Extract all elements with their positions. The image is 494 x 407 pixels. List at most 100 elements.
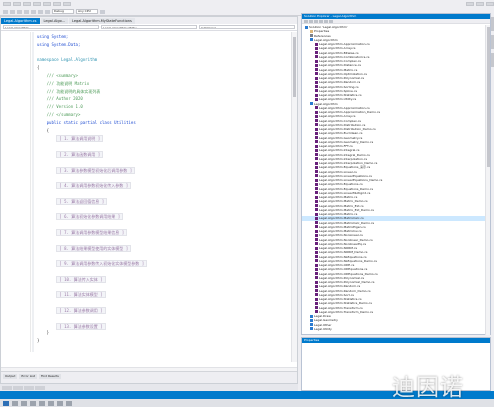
redo-icon[interactable] (45, 9, 50, 14)
csharp-file-icon (315, 127, 318, 131)
tool-window-tab[interactable]: Error List (19, 374, 37, 379)
taskbar-app-icon[interactable] (48, 400, 54, 406)
code-line[interactable]: using System.Data; (37, 42, 80, 47)
csharp-file-icon (315, 80, 318, 84)
collapsed-region[interactable]: [ 1. 算法调用说明 ] (56, 135, 104, 143)
bottom-tab[interactable] (2, 385, 12, 390)
code-line[interactable]: /// <summary> (37, 73, 78, 78)
code-line[interactable]: using System; (37, 34, 68, 39)
collapsed-region[interactable]: [ 6. 算法初始化参数调用结果 ] (56, 213, 124, 221)
code-text: /// Version 1.0 (37, 104, 83, 110)
code-line[interactable]: /// Author 2020 (37, 96, 83, 101)
collapsed-region[interactable]: [ 3. 算法参数模型初始化后调用参数 ] (56, 166, 136, 174)
collapsed-region[interactable]: [ 13. 算法参数设置 ] (56, 322, 106, 330)
taskbar-app-icon[interactable] (66, 400, 72, 406)
code-line[interactable]: /// Version 1.0 (37, 104, 83, 109)
sync-icon[interactable] (309, 20, 313, 23)
code-line[interactable]: [ 13. 算法参数设置 ] (37, 322, 106, 330)
tool-window-tab[interactable]: Output (3, 374, 18, 379)
menu-debug[interactable] (63, 2, 71, 6)
new-file-icon[interactable] (17, 9, 22, 14)
navigation-dropdown[interactable]: Legal.Algorithm (3, 25, 99, 29)
bottom-tab[interactable] (13, 385, 23, 390)
save-icon[interactable] (24, 9, 29, 14)
bottom-tab[interactable] (35, 385, 45, 390)
collapsed-region[interactable]: [ 11. 算法实体模型 ] (56, 291, 106, 299)
collapsed-region[interactable]: [ 7. 算法调用参数模型结果信息 ] (56, 229, 128, 236)
code-line[interactable]: /// 功能说明 Matrix (37, 81, 90, 86)
editor-vertical-scrollbar[interactable] (291, 32, 297, 362)
refresh-icon[interactable] (314, 20, 318, 23)
tool-window-tab[interactable]: Find Results (38, 374, 61, 379)
code-line[interactable]: namespace Legal.Algorithm (37, 57, 97, 62)
code-line[interactable]: [ 2. 算法函数调用 ] (37, 151, 104, 158)
navigation-dropdown[interactable]: Initialize() (199, 25, 295, 29)
outline-margin[interactable] (32, 32, 34, 352)
config-dropdown[interactable]: Debug (52, 9, 74, 14)
start-icon[interactable] (100, 9, 105, 14)
code-line[interactable]: [ 7. 算法调用参数模型结果信息 ] (37, 229, 128, 236)
code-line[interactable]: [ 6. 算法初始化参数调用结果 ] (37, 213, 124, 221)
code-line[interactable]: /// </summary> (37, 112, 81, 117)
taskbar-app-icon[interactable] (21, 400, 27, 406)
scroll-thumb[interactable] (487, 27, 490, 167)
scroll-thumb[interactable] (293, 37, 296, 97)
code-line[interactable]: [ 3. 算法参数模型初始化后调用参数 ] (37, 166, 136, 174)
code-line[interactable]: [ 10. 算法传入实体 ] (37, 275, 106, 283)
tool-window-tabs: Output Error List Find Results (1, 371, 297, 383)
code-line[interactable]: public static partial class Utilities (37, 120, 136, 125)
taskbar-app-icon[interactable] (12, 400, 18, 406)
collapsed-region[interactable]: [ 2. 算法函数调用 ] (56, 151, 104, 158)
bottom-tab[interactable] (24, 385, 34, 390)
code-line[interactable]: /// 功能说明的具体实现列表 (37, 89, 101, 94)
minimize-icon[interactable] (466, 2, 474, 6)
csharp-file-icon (315, 233, 318, 237)
proj-icon (310, 327, 313, 331)
close-icon[interactable] (486, 2, 494, 6)
menu-project[interactable] (43, 2, 51, 6)
code-line[interactable]: } (37, 338, 39, 343)
collapsed-region[interactable]: [ 4. 算法调用参数初始化传入参数 ] (56, 182, 132, 190)
collapsed-region[interactable]: [ 9. 算法调用参数传入初始化实体模型参数 ] (56, 260, 148, 268)
properties-icon[interactable] (329, 20, 333, 23)
collapsed-region[interactable]: [ 8. 算法结果模型使用的实体模型 ] (56, 244, 132, 252)
code-line[interactable]: [ 5. 算法返回值信息 ] (37, 197, 108, 205)
collapsed-region[interactable]: [ 10. 算法传入实体 ] (56, 275, 106, 283)
csharp-file-icon (315, 267, 318, 271)
code-line[interactable]: [ 4. 算法调用参数初始化传入参数 ] (37, 182, 132, 190)
code-line[interactable]: [ 1. 算法调用说明 ] (37, 135, 104, 143)
menu-view[interactable] (33, 2, 41, 6)
code-line[interactable]: [ 12. 算法参数调用 ] (37, 307, 106, 314)
menu-build[interactable] (53, 2, 61, 6)
forward-icon[interactable] (10, 9, 15, 14)
taskbar-app-icon[interactable] (57, 400, 63, 406)
menu-file[interactable] (13, 2, 21, 6)
code-line[interactable]: { (37, 65, 39, 70)
collapsed-region[interactable]: [ 5. 算法返回值信息 ] (56, 197, 108, 205)
back-icon[interactable] (3, 9, 8, 14)
code-line[interactable]: { (37, 128, 49, 133)
taskbar-app-icon[interactable] (39, 400, 45, 406)
undo-icon[interactable] (38, 9, 43, 14)
code-line[interactable]: [ 9. 算法调用参数传入初始化实体模型参数 ] (37, 260, 148, 268)
navigation-dropdown[interactable]: Legal.Algorithm.Utility (101, 25, 197, 29)
save-all-icon[interactable] (31, 9, 36, 14)
menu-edit[interactable] (23, 2, 31, 6)
code-area[interactable]: using System; using System.Data; namespace… (1, 32, 291, 352)
show-all-files-icon[interactable] (324, 20, 328, 23)
csharp-file-icon (315, 242, 318, 246)
tree-item[interactable]: Legal.Utility (302, 327, 486, 331)
platform-dropdown[interactable]: Any CPU (76, 9, 98, 14)
collapse-all-icon[interactable] (319, 20, 323, 23)
taskbar-app-icon[interactable] (30, 400, 36, 406)
collapsed-region[interactable]: [ 12. 算法参数调用 ] (56, 307, 106, 314)
csharp-file-icon (315, 106, 318, 110)
properties-title[interactable]: Properties (302, 338, 490, 343)
start-menu-icon[interactable] (3, 400, 9, 406)
maximize-icon[interactable] (476, 2, 484, 6)
code-line[interactable]: [ 8. 算法结果模型使用的实体模型 ] (37, 244, 132, 252)
home-icon[interactable] (304, 20, 308, 23)
code-line[interactable]: [ 11. 算法实体模型 ] (37, 291, 106, 299)
code-line[interactable]: } (37, 330, 49, 335)
tree-scrollbar[interactable] (485, 25, 490, 335)
